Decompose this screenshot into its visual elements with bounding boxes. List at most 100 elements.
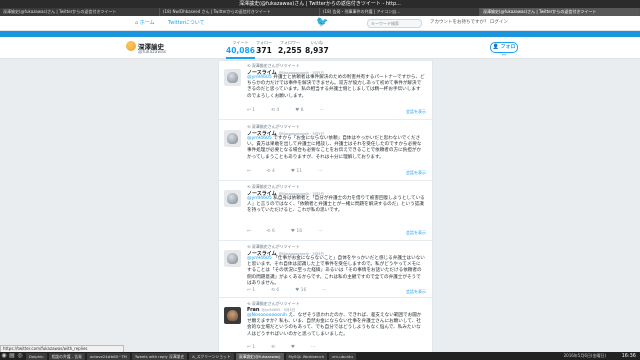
retweet-label: 深澤諭史さんがリツイート [251, 184, 300, 189]
retweet-icon: ⟲ [266, 169, 271, 174]
heart-icon: ♥ [290, 169, 295, 174]
about-link[interactable]: Twitterについて [168, 19, 205, 26]
view-conversation-link[interactable]: 会話を表示 [406, 230, 426, 236]
author-handle: @yn94605 · 5月5日 [261, 308, 296, 312]
more-button[interactable]: ··· [320, 108, 324, 113]
reply-count: 1 [252, 345, 256, 350]
heart-icon: ♥ [290, 229, 295, 234]
stat-likes[interactable]: いいね 8,937 [305, 40, 329, 55]
tweet-avatar[interactable] [224, 69, 241, 86]
like-count: 8 [300, 108, 304, 113]
retweet-count: 6 [276, 288, 280, 293]
more-button[interactable]: ··· [311, 345, 315, 350]
retweet-label: 深澤諭史さんがリツイート [251, 124, 300, 129]
reply-button[interactable]: ↩ 1 [247, 345, 255, 350]
like-button[interactable]: ♥ 11 [291, 169, 302, 174]
stat-following[interactable]: フォロー 371 [256, 40, 272, 55]
taskbar-item[interactable]: Tweets with reply 深澤諭史 [131, 352, 188, 360]
more-button[interactable]: ··· [318, 169, 322, 174]
browser-tab[interactable]: (18) Nw/Dhbaseed さん | Twitterからの返信付きツイート [160, 8, 320, 16]
reply-icon: ↩ [247, 108, 251, 113]
more-icon: ··· [322, 288, 327, 293]
taskbar-item[interactable]: Dolphin [26, 352, 47, 360]
stat-tweets[interactable]: ツイート 40,086 [226, 40, 255, 59]
taskbar-item[interactable]: 相談の弁護 - 告発 [48, 352, 85, 360]
tweet-item[interactable]: ⟲ 深澤諭史さんがリツイート ノースライム @Nosooooooonih · 5月… [219, 61, 432, 120]
mention-link[interactable]: @yn94605 [247, 196, 272, 201]
browser-tab[interactable]: 深澤諭史(@fukazawas)さん | Twitterからの返信付きツイート [0, 8, 160, 16]
browser-tab[interactable]: (18) 告発・刑事事件の弁護 | アイコン自... [320, 8, 480, 16]
tweet-body: 「仕事がお金にならないこと」自体をやっかいだと感じる弁護士はいないと思います。そ… [247, 256, 425, 286]
view-conversation-link[interactable]: 会話を表示 [406, 170, 426, 176]
mention-link[interactable]: @Nosooooooonih [247, 313, 287, 318]
tweet-avatar[interactable] [224, 307, 241, 324]
reply-button[interactable]: ↩ 1 [247, 108, 255, 113]
reply-button[interactable]: ↩ 1 [247, 288, 255, 293]
taskbar-item-active[interactable]: 深澤諭史(@fukazawas) [235, 352, 284, 360]
taskbar-item[interactable]: A_スクリーンショット [189, 352, 234, 360]
retweet-button[interactable]: ⟲ 6 [267, 229, 275, 234]
retweet-button[interactable]: ⟲ 4 [267, 169, 275, 174]
heart-icon: ♥ [295, 108, 300, 113]
profile-avatar[interactable] [126, 41, 136, 51]
taskbar-item[interactable]: octave24#b80~TM [86, 352, 130, 360]
retweet-button[interactable]: ⟲ 4 [271, 108, 279, 113]
tweet-actions: ↩ 1 ⟲ 4 ♥ 8 ··· [247, 108, 324, 113]
tweet-timeline[interactable]: ⟲ 深澤諭史さんがリツイート ノースライム @Nosooooooonih · 5月… [218, 60, 433, 354]
search-input[interactable]: キーワード検索 [367, 19, 422, 28]
tweet-actions: ↩ 1 ⟲ 6 ♥ 16 ··· [247, 288, 327, 293]
files-icon[interactable]: ▤ [8, 352, 16, 360]
login-link[interactable]: アカウントをお持ちですか？ ログイン [430, 19, 508, 25]
tweet-avatar[interactable] [224, 250, 241, 267]
profile-handle: @fukazawas [138, 50, 167, 55]
tab-label: 深澤諭史(@fukazawas)さん | Twitterからの返信付きツイート [3, 9, 117, 14]
mention-link[interactable]: @yn94605 [247, 136, 272, 141]
taskbar-item[interactable]: MySQL Workbench [285, 352, 328, 360]
browser-tab-active[interactable]: 深澤諭史(@fukazawas)さん | Twitterからの返信付きツイート [480, 8, 640, 16]
tweet-item[interactable]: ⟲ 深澤諭史さんがリツイート ノースライム @Nosooooooonih · 5月… [219, 122, 432, 181]
reply-icon: ↩ [247, 288, 251, 293]
heart-icon: ♥ [290, 345, 295, 350]
tweet-item[interactable]: ⟲ 深澤諭史さんがリツイート Fran @yn94605 · 5月5日 @Noso… [219, 299, 432, 353]
home-label: ホーム [139, 20, 155, 26]
home-link[interactable]: ⌂ ホーム [135, 19, 155, 26]
view-conversation-link[interactable]: 会話を表示 [406, 109, 426, 115]
tweet-avatar[interactable] [224, 130, 241, 147]
reply-button[interactable]: ↩ [247, 229, 251, 234]
tweet-item[interactable]: ⟲ 深澤諭史さんがリツイート ノースライム @Nosooooooonih · 5月… [219, 242, 432, 298]
tweet-text: @Nosooooooonih え、なぜそう思われたのか、できれば、差支えない範囲… [247, 313, 425, 338]
more-button[interactable]: ··· [318, 229, 322, 234]
like-button[interactable]: ♥ 8 [295, 108, 303, 113]
mention-link[interactable]: @yn94605 [247, 256, 272, 261]
retweet-icon: ⟲ [266, 229, 271, 234]
reply-count: 1 [252, 108, 256, 113]
view-conversation-link[interactable]: 会話を表示 [406, 289, 426, 295]
tweet-item[interactable]: ⟲ 深澤諭史さんがリツイート ノースライム @Nosooooooonih · 5月… [219, 182, 432, 241]
taskbar-clock[interactable]: 16:36 [622, 352, 636, 360]
tweet-avatar[interactable] [224, 190, 241, 207]
more-icon: ··· [310, 345, 316, 350]
reply-icon: ↩ [247, 345, 251, 350]
retweet-button[interactable]: ⟲ 6 [271, 288, 279, 293]
start-menu-icon[interactable]: ◉ [0, 352, 8, 360]
more-icon: ··· [319, 108, 324, 113]
tweet-body: 私自身は依頼者と「自分が弁護士の力を借りて被害回復しようとしている人」と言うので… [247, 196, 425, 214]
taskbar-item[interactable]: vm-ubuntu [329, 352, 356, 360]
like-button[interactable]: ♥ 16 [295, 288, 306, 293]
more-icon: ··· [318, 229, 323, 234]
more-icon: ··· [318, 169, 323, 174]
like-button[interactable]: ♥ 16 [291, 229, 302, 234]
taskbar-date: 2016年5月6日(金曜日) [563, 353, 606, 358]
stat-followers[interactable]: フォロワー 2,255 [278, 40, 302, 55]
like-button[interactable]: ♥ [291, 345, 295, 350]
more-button[interactable]: ··· [322, 288, 326, 293]
mention-link[interactable]: @yn94605 [247, 75, 272, 80]
tweet-text: @yn94605 「仕事がお金にならないこと」自体をやっかいだと感じる弁護士はい… [247, 256, 425, 287]
retweet-button[interactable]: ⟲ [271, 345, 275, 350]
browser-icon[interactable]: ◎ [16, 352, 24, 360]
twitter-bird-icon[interactable]: 🐦 [316, 17, 328, 29]
stat-value: 371 [256, 46, 272, 55]
follow-button[interactable]: 👤 フォロー [490, 42, 518, 59]
reply-count: 1 [252, 288, 256, 293]
reply-button[interactable]: ↩ [247, 169, 251, 174]
